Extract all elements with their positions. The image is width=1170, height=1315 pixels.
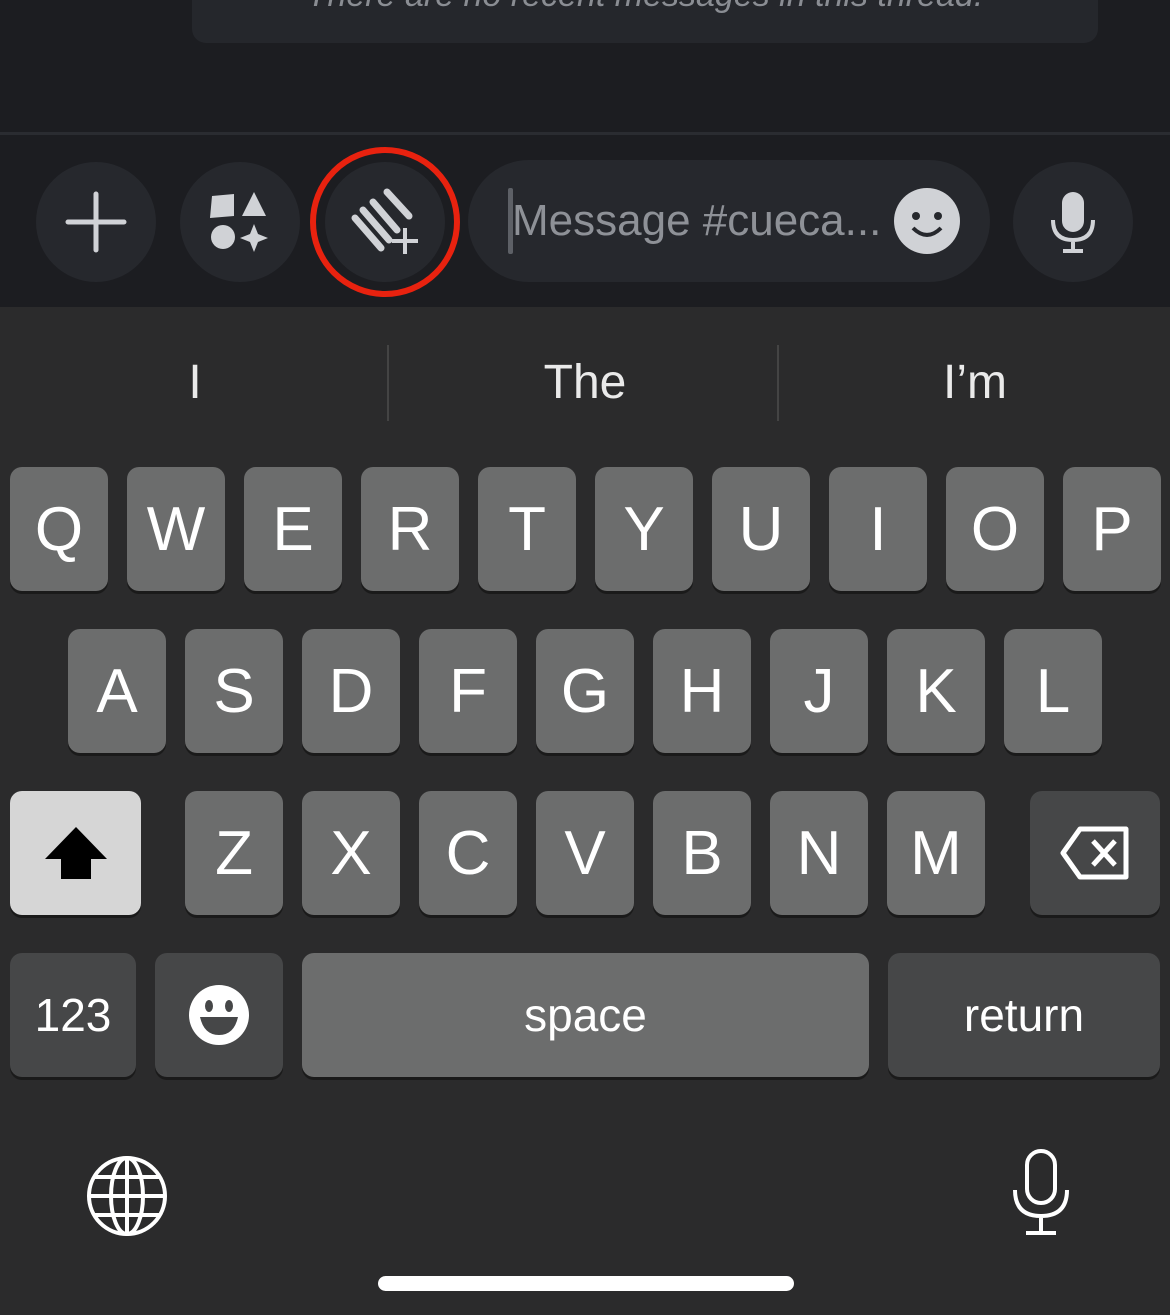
shift-key[interactable] [10,791,141,915]
divider [0,132,1170,135]
key-q[interactable]: Q [10,467,108,591]
suggestion[interactable]: The [390,355,780,410]
suggestion[interactable]: I’m [780,355,1170,410]
key-z[interactable]: Z [185,791,283,915]
key-t[interactable]: T [478,467,576,591]
suggestion[interactable]: I [0,355,390,410]
microphone-icon [1051,192,1095,253]
key-y[interactable]: Y [595,467,693,591]
divider [387,345,389,421]
key-b[interactable]: B [653,791,751,915]
key-x[interactable]: X [302,791,400,915]
key-e[interactable]: E [244,467,342,591]
return-key[interactable]: return [888,953,1160,1077]
key-c[interactable]: C [419,791,517,915]
highlight-circle [310,147,460,297]
key-l[interactable]: L [1004,629,1102,753]
shift-arrow-icon [44,827,107,879]
key-p[interactable]: P [1063,467,1161,591]
divider [777,345,779,421]
key-i[interactable]: I [829,467,927,591]
key-r[interactable]: R [361,467,459,591]
home-indicator [378,1276,794,1291]
emoji-key[interactable] [155,953,283,1077]
apps-button[interactable] [180,162,300,282]
key-o[interactable]: O [946,467,1044,591]
globe-icon[interactable] [86,1155,168,1237]
key-k[interactable]: K [887,629,985,753]
key-g[interactable]: G [536,629,634,753]
space-key[interactable]: space [302,953,869,1077]
backspace-key[interactable] [1030,791,1160,915]
key-a[interactable]: A [68,629,166,753]
apps-icon [210,192,268,252]
key-s[interactable]: S [185,629,283,753]
numbers-key[interactable]: 123 [10,953,136,1077]
empty-thread-notice: There are no recent messages in this thr… [192,0,1098,43]
key-h[interactable]: H [653,629,751,753]
message-placeholder: Message #cueca... [512,196,882,245]
key-w[interactable]: W [127,467,225,591]
key-n[interactable]: N [770,791,868,915]
key-f[interactable]: F [419,629,517,753]
delete-icon [1060,826,1129,880]
key-v[interactable]: V [536,791,634,915]
key-d[interactable]: D [302,629,400,753]
voice-message-button[interactable] [1013,162,1133,282]
dictation-icon[interactable] [1010,1148,1072,1236]
key-m[interactable]: M [887,791,985,915]
emoji-icon [189,985,249,1045]
key-j[interactable]: J [770,629,868,753]
add-attachment-button[interactable] [36,162,156,282]
plus-icon [65,191,127,253]
emoji-button[interactable] [894,188,960,254]
key-u[interactable]: U [712,467,810,591]
